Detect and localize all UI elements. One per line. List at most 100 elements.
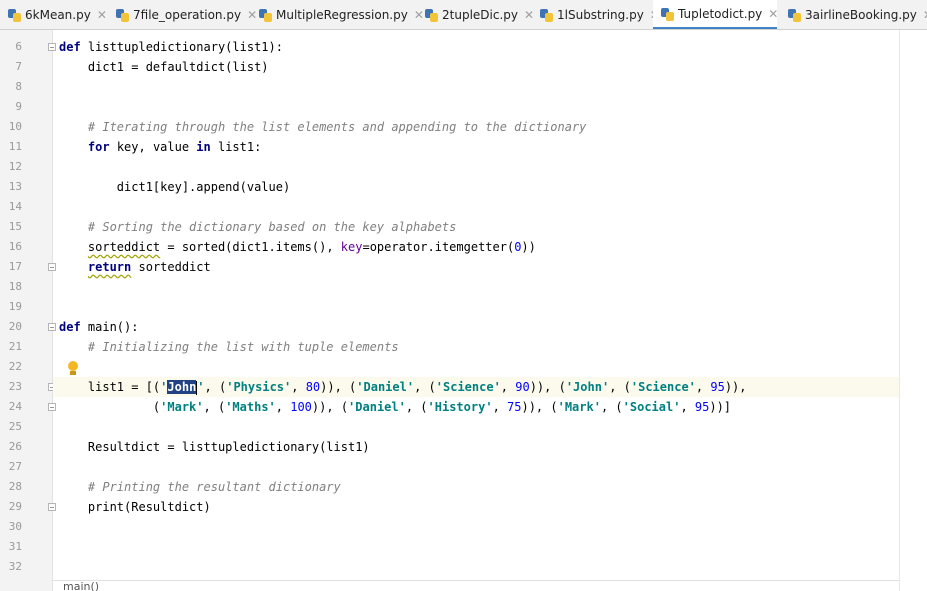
line-number-gutter[interactable]: 6 7 8 9 10 11 12 13 14 15 16 17 18 19 20… bbox=[0, 30, 53, 591]
string-literal: 'John' bbox=[565, 380, 610, 394]
line-number: 8 bbox=[15, 80, 22, 93]
line-number: 21 bbox=[8, 340, 22, 353]
close-icon[interactable]: ✕ bbox=[923, 8, 927, 22]
tab-7file-operation[interactable]: 7file_operation.py ✕ bbox=[116, 0, 257, 29]
line-number: 9 bbox=[15, 100, 22, 113]
code-line: ('Mark', ('Maths', 100)), ('Daniel', ('H… bbox=[53, 397, 927, 417]
code-line: sorteddict = sorted(dict1.items(), key=o… bbox=[53, 237, 927, 257]
code-line: Resultdict = listtupledictionary(list1) bbox=[59, 440, 370, 454]
tab-6kmean[interactable]: 6kMean.py ✕ bbox=[8, 0, 107, 29]
code-line: return sorteddict bbox=[53, 257, 927, 277]
keyword: def bbox=[59, 40, 81, 54]
code-text: sorteddict bbox=[131, 260, 211, 274]
line-number: 20 bbox=[8, 320, 22, 333]
line-number: 12 bbox=[8, 160, 22, 173]
vertical-scrollbar[interactable] bbox=[899, 30, 927, 591]
python-file-icon bbox=[788, 8, 802, 22]
line-number: 7 bbox=[15, 60, 22, 73]
keyword: for bbox=[87, 140, 110, 154]
code-text: main(): bbox=[80, 320, 139, 334]
code-editor[interactable]: def listtupledictionary(list1): dict1 = … bbox=[53, 30, 927, 580]
close-icon[interactable]: ✕ bbox=[414, 8, 424, 22]
breadcrumb-item[interactable]: main() bbox=[63, 581, 99, 591]
breadcrumb[interactable]: main() bbox=[53, 580, 899, 591]
line-number: 13 bbox=[8, 180, 22, 193]
code-text: ( bbox=[59, 400, 161, 414]
line-number: 11 bbox=[8, 140, 22, 153]
tab-tupletodict[interactable]: Tupletodict.py ✕ bbox=[653, 0, 778, 29]
string-literal: 'Physics' bbox=[226, 380, 292, 394]
line-number: 16 bbox=[8, 240, 22, 253]
number-literal: 100 bbox=[290, 400, 312, 414]
code-text: , bbox=[275, 400, 291, 414]
code-text: list1: bbox=[210, 140, 262, 154]
line-number: 24 bbox=[8, 400, 22, 413]
tab-label: 7file_operation.py bbox=[133, 8, 242, 22]
tab-2tupledic[interactable]: 2tupleDic.py ✕ bbox=[425, 0, 534, 29]
line-number: 22 bbox=[8, 360, 22, 373]
python-file-icon bbox=[8, 8, 22, 22]
code-text: list1 = [( bbox=[59, 380, 161, 394]
code-text: =operator.itemgetter( bbox=[362, 240, 515, 254]
code-text: )), ( bbox=[521, 400, 558, 414]
line-number: 6 bbox=[15, 40, 22, 53]
close-icon[interactable]: ✕ bbox=[247, 8, 257, 22]
number-literal: 75 bbox=[507, 400, 522, 414]
line-number: 28 bbox=[8, 480, 22, 493]
code-text: key, value bbox=[109, 140, 197, 154]
code-text: listtupledictionary(list1): bbox=[80, 40, 283, 54]
code-text: )), ( bbox=[311, 400, 349, 414]
keyword: def bbox=[59, 320, 81, 334]
selected-text: John bbox=[167, 380, 197, 394]
number-literal: 95 bbox=[710, 380, 725, 394]
number-literal: 80 bbox=[305, 380, 321, 394]
string-literal: 'Daniel' bbox=[348, 400, 406, 414]
code-text: , ( bbox=[609, 380, 631, 394]
tab-1lsubstring[interactable]: 1lSubstring.py ✕ bbox=[540, 0, 660, 29]
string-literal: 'Daniel' bbox=[356, 380, 415, 394]
code-text: )), bbox=[724, 380, 747, 394]
line-number: 18 bbox=[8, 280, 22, 293]
code-line: for key, value in list1: bbox=[53, 137, 927, 157]
tab-label: 2tupleDic.py bbox=[442, 8, 518, 22]
string-literal: 'Science' bbox=[630, 380, 696, 394]
code-text: )) bbox=[521, 240, 536, 254]
close-icon[interactable]: ✕ bbox=[97, 8, 107, 22]
code-comment: # Sorting the dictionary based on the ke… bbox=[59, 220, 457, 234]
line-number: 30 bbox=[8, 520, 22, 533]
code-comment: # Initializing the list with tuple eleme… bbox=[59, 340, 399, 354]
string-literal: 'Mark' bbox=[160, 400, 204, 414]
tab-label: 6kMean.py bbox=[25, 8, 91, 22]
string-literal: 'Science' bbox=[435, 380, 501, 394]
python-file-icon bbox=[540, 8, 554, 22]
code-line: def main(): bbox=[53, 317, 927, 337]
code-text: )), ( bbox=[320, 380, 357, 394]
line-number: 27 bbox=[8, 460, 22, 473]
code-line: dict1[key].append(value) bbox=[59, 180, 291, 194]
tab-label: MultipleRegression.py bbox=[276, 8, 408, 22]
keyword: return bbox=[87, 260, 132, 274]
current-code-line: list1 = [('John', ('Physics', 80)), ('Da… bbox=[53, 377, 927, 397]
string-literal: 'Social' bbox=[622, 400, 681, 414]
close-icon[interactable]: ✕ bbox=[768, 7, 778, 21]
tab-label: 3airlineBooking.py bbox=[805, 8, 917, 22]
close-icon[interactable]: ✕ bbox=[524, 8, 534, 22]
tab-multipleregression[interactable]: MultipleRegression.py ✕ bbox=[259, 0, 424, 29]
line-number: 10 bbox=[8, 120, 22, 133]
python-file-icon bbox=[425, 8, 439, 22]
tab-3airlinebooking[interactable]: 3airlineBooking.py ✕ bbox=[788, 0, 927, 29]
string-literal: 'Mark' bbox=[557, 400, 601, 414]
code-line: dict1 = defaultdict(list) bbox=[59, 60, 269, 74]
code-text: , ( bbox=[405, 400, 428, 414]
code-text: , ( bbox=[414, 380, 436, 394]
code-text: , bbox=[492, 400, 508, 414]
line-number: 15 bbox=[8, 220, 22, 233]
line-number: 25 bbox=[8, 420, 22, 433]
python-file-icon bbox=[661, 7, 675, 21]
named-argument: key bbox=[340, 240, 363, 254]
string-literal: ' bbox=[197, 380, 205, 394]
code-text: ))] bbox=[709, 400, 732, 414]
